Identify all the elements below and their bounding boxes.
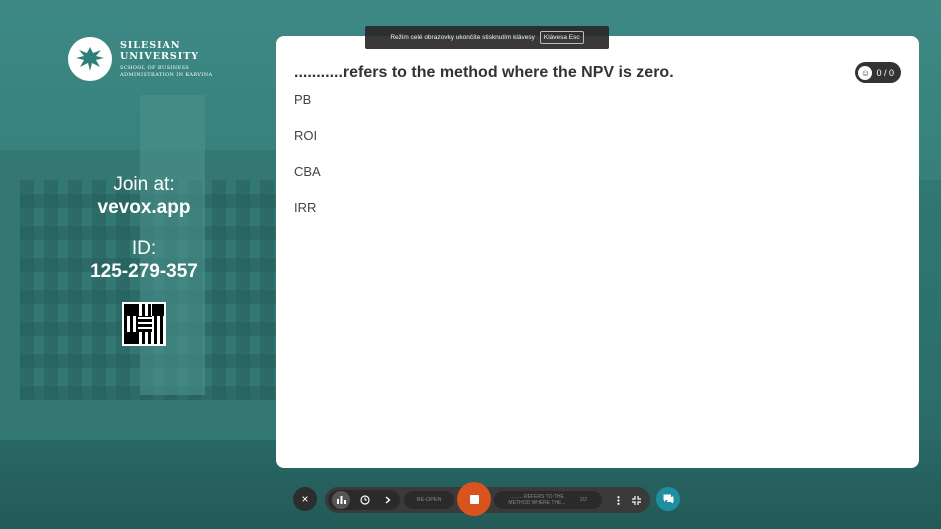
participants-icon: ☺ bbox=[858, 65, 873, 80]
question-title: ...........refers to the method where th… bbox=[294, 64, 674, 81]
join-panel: Join at: vevox.app ID: 125-279-357 bbox=[66, 174, 222, 346]
results-chart-button[interactable] bbox=[332, 491, 350, 509]
options-list: PB ROI CBA IRR bbox=[294, 92, 321, 236]
logo-line-3: SCHOOL OF BUSINESS bbox=[120, 64, 190, 71]
chevron-right-icon bbox=[385, 496, 391, 504]
join-label: Join at: bbox=[113, 174, 175, 195]
option-item: IRR bbox=[294, 200, 317, 215]
logo-line-1: SILESIAN bbox=[120, 39, 181, 51]
session-id: 125-279-357 bbox=[90, 261, 198, 282]
id-label: ID: bbox=[131, 238, 157, 259]
compress-icon bbox=[631, 495, 641, 505]
more-vertical-icon bbox=[616, 495, 620, 505]
eagle-emblem-icon bbox=[68, 37, 112, 81]
next-button[interactable] bbox=[379, 491, 397, 509]
exit-fullscreen-button[interactable] bbox=[627, 491, 645, 509]
question-preview: ..........REFERS TO THE METHOD WHERE THE… bbox=[508, 494, 566, 506]
close-button[interactable]: × bbox=[293, 487, 317, 511]
question-position: 2/2 bbox=[580, 497, 587, 503]
university-logo: SILESIAN UNIVERSITY SCHOOL OF BUSINESS A… bbox=[68, 37, 213, 81]
option-item: PB bbox=[294, 92, 312, 107]
reopen-button[interactable]: RE-OPEN bbox=[404, 491, 454, 509]
fullscreen-message: Režim celé obrazovky ukončíte stisknutím… bbox=[390, 34, 535, 41]
logo-line-4: ADMINISTRATION IN KARVINA bbox=[120, 71, 213, 78]
question-selector[interactable]: ..........REFERS TO THE METHOD WHERE THE… bbox=[494, 491, 602, 509]
question-card: ...........refers to the method where th… bbox=[276, 36, 919, 468]
option-item: ROI bbox=[294, 128, 318, 143]
stop-icon bbox=[469, 494, 479, 504]
stop-button[interactable] bbox=[457, 482, 491, 516]
qr-code-icon bbox=[122, 302, 166, 346]
esc-key-label: Klávesa Esc bbox=[539, 31, 584, 44]
option-item: CBA bbox=[294, 164, 321, 179]
bar-chart-icon bbox=[336, 496, 346, 504]
clock-icon bbox=[360, 495, 370, 505]
response-count: 0 / 0 bbox=[876, 67, 894, 78]
close-icon: × bbox=[301, 492, 309, 506]
chat-icon bbox=[663, 494, 673, 504]
messages-button[interactable] bbox=[656, 487, 680, 511]
fullscreen-notice: Režim celé obrazovky ukončíte stisknutím… bbox=[365, 26, 609, 49]
join-url: vevox.app bbox=[97, 197, 191, 218]
response-count-badge[interactable]: ☺ 0 / 0 bbox=[855, 62, 901, 83]
timer-button[interactable] bbox=[356, 491, 374, 509]
logo-line-2: UNIVERSITY bbox=[120, 50, 200, 62]
more-options-button[interactable] bbox=[609, 491, 627, 509]
